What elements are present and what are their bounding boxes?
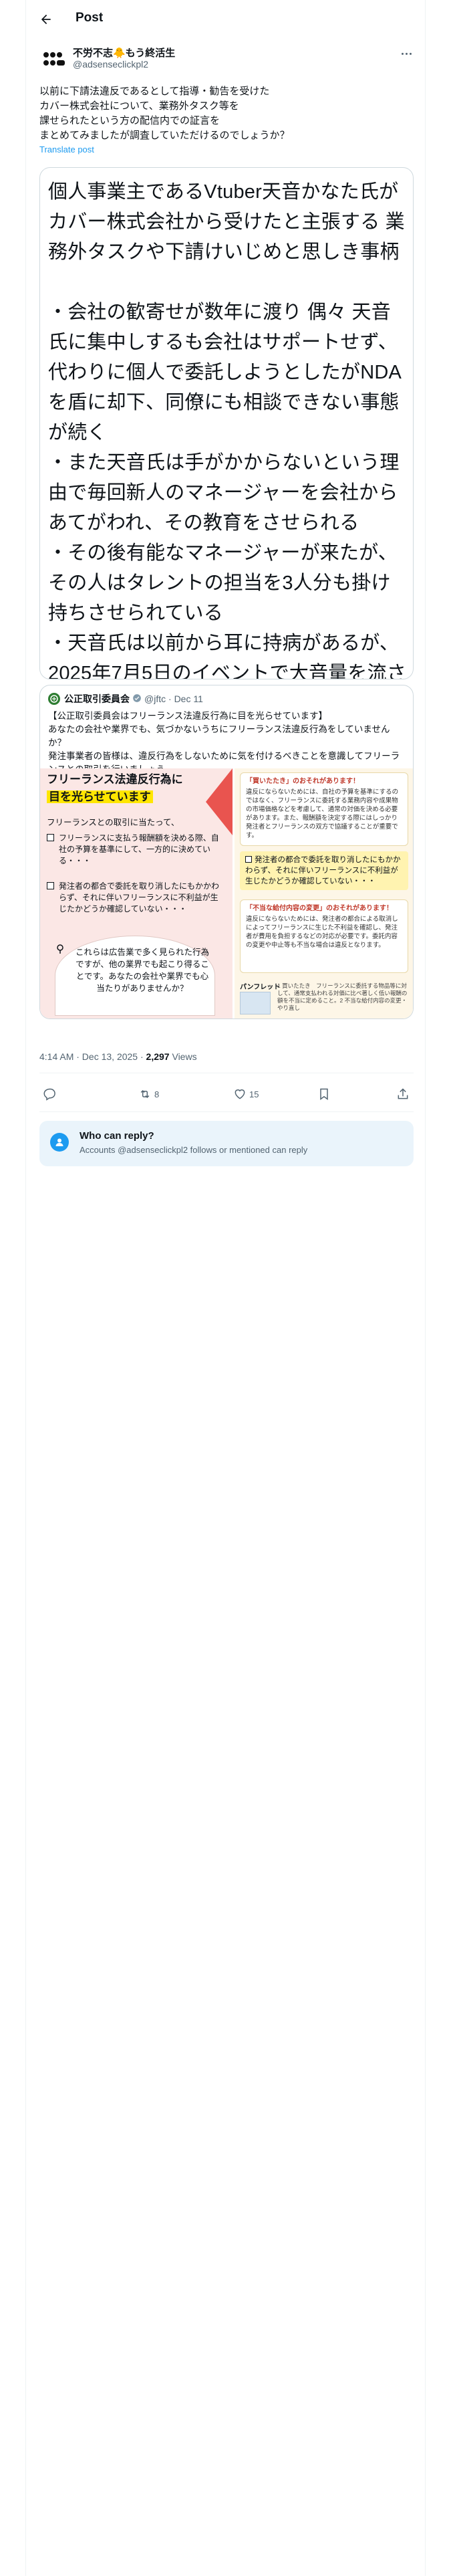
quoted-text: 【公正取引委員会はフリーランス法違反行為に目を光らせています】 あなたの会社や業… xyxy=(48,711,400,774)
highlight-text: 発注者の都合で委託を取り消したにもかかわらず、それに伴いフリーランスに不利益が生… xyxy=(245,856,401,885)
views-label: Views xyxy=(169,1051,197,1062)
info-block: 「不当な給付内容の変更」のおそれがあります！ 違反にならないためには、発注者の都… xyxy=(240,899,408,973)
repost-button[interactable]: 8 xyxy=(138,1081,159,1107)
quoted-image-left[interactable]: フリーランス法違反行為に 目を光らせています フリーランスとの取引に当たって、 … xyxy=(40,768,233,1018)
meta-separator: · xyxy=(138,1051,146,1062)
left-callout-text: これらは広告業で多く見られた行為ですが、他の業界でも起こり得ることです。あなたの… xyxy=(75,948,209,993)
checkbox-icon xyxy=(47,834,54,841)
bookmark-icon xyxy=(320,1088,328,1100)
repost-icon xyxy=(140,1089,150,1099)
more-options-button[interactable] xyxy=(398,47,415,60)
like-count: 15 xyxy=(249,1089,259,1099)
pamphlet-thumbnail xyxy=(240,992,271,1014)
left-subhead: フリーランスとの取引に当たって、 xyxy=(47,818,180,827)
jftc-logo-icon xyxy=(50,695,58,703)
checkbox-icon xyxy=(245,856,252,863)
share-icon xyxy=(398,1088,408,1099)
more-icon-dot xyxy=(409,52,412,55)
reply-icon xyxy=(43,1088,55,1101)
image-bullet: ・また天音氏は手がかからないという理由で毎回新人のマネージャーを会社からあてがわ… xyxy=(48,452,400,534)
info-block-text: 違反にならないためには、発注者の都合による取消しによってフリーランスに生じた不利… xyxy=(246,916,398,949)
post-image[interactable]: 個人事業主であるVtuber天音かなた氏が カバー株式会社から受けたと主張する … xyxy=(39,167,414,679)
image-bullet: ・天音氏は以前から耳に持病があるが、2025年7月5日のイベントで大音量を流され… xyxy=(48,633,406,679)
who-can-reply-title: Who can reply? xyxy=(80,1130,154,1142)
info-block-title: 「不当な給付内容の変更」のおそれがあります！ xyxy=(246,905,393,912)
views-count: 2,297 xyxy=(146,1051,170,1062)
more-icon-dot xyxy=(405,52,408,55)
checkbox-icon xyxy=(47,882,54,889)
who-can-reply-subtitle: Accounts @adsenseclickpl2 follows or men… xyxy=(80,1145,308,1155)
post-timestamp[interactable]: 4:14 AM · Dec 13, 2025 xyxy=(39,1051,138,1062)
pamphlet-label: パンフレット xyxy=(240,984,281,991)
verified-badge-icon xyxy=(132,693,142,705)
quoted-media: フリーランス法違反行為に 目を光らせています フリーランスとの取引に当たって、 … xyxy=(40,768,413,1018)
image-bullet: ・会社の歓寄せが数年に渡り 偶々 天音氏に集中しするも会社はサポートせず、代わり… xyxy=(48,302,402,443)
bookmark-button[interactable] xyxy=(317,1081,331,1107)
red-arrow-decoration xyxy=(206,768,233,835)
avatar-logo-icon xyxy=(43,52,65,66)
share-button[interactable] xyxy=(396,1081,410,1107)
quoted-author-name: 公正取引委員会 xyxy=(64,693,130,704)
who-can-reply-box: Who can reply? Accounts @adsenseclickpl2… xyxy=(39,1121,414,1166)
separator-dot: · xyxy=(166,693,174,704)
checklist-item: 発注者の都合で委託を取り消したにもかかわらず、それに伴いフリーランスに不利益が生… xyxy=(47,881,226,915)
info-block: 「買いたたき」のおそれがあります！ 違反にならないためには、自社の予算を基準にす… xyxy=(240,772,408,846)
avatar[interactable] xyxy=(41,45,67,72)
repost-count: 8 xyxy=(154,1089,160,1099)
divider xyxy=(39,1111,414,1112)
more-icon xyxy=(401,52,404,55)
user-icon xyxy=(50,1133,69,1152)
pin-icon xyxy=(55,944,65,958)
quoted-author-handle: @jftc xyxy=(144,693,166,704)
main-column: Post 不労不志🐥もう終活生 @adsenseclickpl2 以前に下請法違… xyxy=(25,0,426,2576)
post-author: 不労不志🐥もう終活生 @adsenseclickpl2 xyxy=(41,44,415,74)
heart-icon xyxy=(235,1089,245,1099)
headline-line-1: フリーランス法違反行為に xyxy=(47,773,183,786)
quoted-post-header: 公正取引委員会 @jftc · Dec 11 xyxy=(48,692,203,706)
left-headline: フリーランス法違反行為に 目を光らせています xyxy=(47,771,207,806)
top-bar: Post xyxy=(26,0,426,39)
reply-button[interactable] xyxy=(43,1081,57,1107)
quoted-image-right[interactable]: 「買いたたき」のおそれがあります！ 違反にならないためには、自社の予算を基準にす… xyxy=(235,768,413,1018)
checklist-text: フリーランスに支払う報酬額を決める際、自社の予算を基準にして、一方的に決めている… xyxy=(59,833,219,865)
post-text: 以前に下請法違反であるとして指導・勧告を受けた カバー株式会社について、業務外タ… xyxy=(39,86,290,141)
highlight-block: 発注者の都合で委託を取り消したにもかかわらず、それに伴いフリーランスに不利益が生… xyxy=(240,851,408,890)
back-button[interactable] xyxy=(37,10,55,29)
translate-post-link[interactable]: Translate post xyxy=(39,144,94,154)
like-button[interactable]: 15 xyxy=(233,1081,259,1107)
info-block-text: 違反にならないためには、自社の予算を基準にするのではなく、フリーランスに委託する… xyxy=(246,788,399,839)
info-block-title: 「買いたたき」のおそれがあります！ xyxy=(246,778,359,785)
quoted-avatar xyxy=(48,693,60,705)
post-meta: 4:14 AM · Dec 13, 2025 · 2,297 Views xyxy=(39,1051,197,1062)
quoted-date: Dec 11 xyxy=(174,693,203,704)
checklist-item: フリーランスに支払う報酬額を決める際、自社の予算を基準にして、一方的に決めている… xyxy=(47,833,226,867)
author-display-name[interactable]: 不労不志🐥もう終活生 xyxy=(73,45,175,60)
pamphlet-text: 1 買いたたき フリーランスに委託する物品等に対して、通常支払われる対価に比べ著… xyxy=(277,982,408,1011)
page-title: Post xyxy=(76,11,104,25)
arrow-left-icon xyxy=(41,14,51,25)
action-bar: 8 15 xyxy=(39,1081,414,1107)
image-heading: 個人事業主であるVtuber天音かなた氏が カバー株式会社から受けたと主張する … xyxy=(48,181,405,263)
image-bullet: ・その後有能なマネージャーが来たが、その人はタレントの担当を3人分も掛け持ちさせ… xyxy=(48,542,398,624)
quoted-post[interactable]: 公正取引委員会 @jftc · Dec 11 【公正取引委員会はフリーランス法違… xyxy=(39,685,414,1019)
checklist-text: 発注者の都合で委託を取り消したにもかかわらず、それに伴いフリーランスに不利益が生… xyxy=(59,881,220,914)
author-handle[interactable]: @adsenseclickpl2 xyxy=(73,59,148,70)
headline-line-2: 目を光らせています xyxy=(47,790,153,803)
image-text: 個人事業主であるVtuber天音かなた氏が カバー株式会社から受けたと主張する … xyxy=(48,177,409,679)
